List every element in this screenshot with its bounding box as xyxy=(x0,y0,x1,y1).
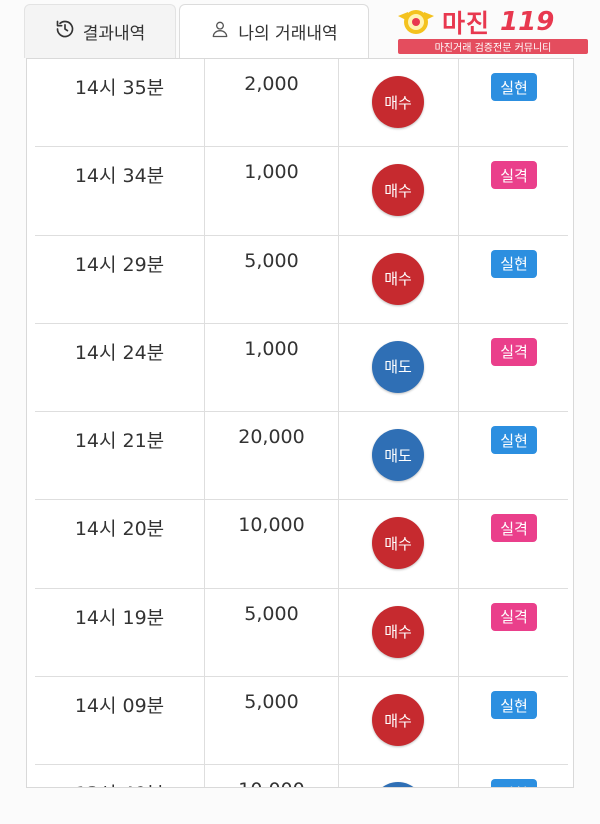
type-cell: 매수 xyxy=(339,677,459,765)
emblem-icon xyxy=(396,6,436,38)
amount-cell: 2,000 xyxy=(205,59,339,147)
tab-results[interactable]: 결과내역 xyxy=(24,4,176,58)
buy-badge: 매수 xyxy=(372,694,424,747)
result-cell: 실현 xyxy=(459,412,568,499)
amount-cell: 5,000 xyxy=(205,677,339,765)
trade-amount: 2,000 xyxy=(244,73,299,95)
amount-cell: 5,000 xyxy=(205,588,339,677)
result-cell: 실현 xyxy=(459,765,568,787)
trade-time: 13시 49분 xyxy=(35,779,204,787)
trade-time: 14시 24분 xyxy=(74,341,165,364)
result-cell: 실격 xyxy=(459,589,568,676)
result-cell: 실현 xyxy=(459,677,568,764)
trades-rows: 14시 35분 2,000 매수 실현 14시 34분 1,000 매수 실격 14시 29분 5… xyxy=(35,59,568,787)
table-row: 14시 29분 5,000 매수 실현 xyxy=(35,235,568,324)
time-cell: 14시 35분 xyxy=(35,59,205,147)
history-icon xyxy=(55,19,75,44)
table-row: 14시 35분 2,000 매수 실현 xyxy=(35,59,568,148)
table-row: 14시 09분 5,000 매수 실현 xyxy=(35,677,568,766)
trade-amount: 10,000 xyxy=(205,779,338,787)
sell-badge: 매도 xyxy=(372,782,424,787)
trade-amount: 5,000 xyxy=(244,249,299,272)
result-badge: 실현 xyxy=(491,426,537,455)
type-cell: 매수 xyxy=(339,147,459,235)
table-row: 14시 24분 1,000 매도 실격 xyxy=(35,323,568,413)
result-badge: 실격 xyxy=(491,602,537,631)
buy-badge: 매수 xyxy=(372,605,424,658)
time-cell: 14시 29분 xyxy=(35,235,205,323)
time-cell: 14시 09분 xyxy=(35,677,205,765)
buy-badge: 매수 xyxy=(372,164,424,217)
tab-results-label: 결과내역 xyxy=(82,24,146,44)
type-cell: 매수 xyxy=(339,59,459,147)
result-badge: 실격 xyxy=(491,161,537,190)
time-cell: 13시 49분 xyxy=(35,765,205,787)
buy-badge: 매수 xyxy=(372,76,424,128)
site-logo[interactable]: 마진 119 마진거래 검증전문 커뮤니티 xyxy=(396,6,590,54)
amount-cell: 1,000 xyxy=(205,323,339,412)
amount-cell: 1,000 xyxy=(205,147,339,235)
table-row: 14시 20분 10,000 매수 실격 xyxy=(35,500,568,589)
amount-cell: 10,000 xyxy=(205,765,339,787)
time-cell: 14시 24분 xyxy=(35,323,205,412)
trade-amount: 5,000 xyxy=(244,691,299,714)
table-row: 14시 19분 5,000 매수 실격 xyxy=(35,588,568,678)
result-cell: 실격 xyxy=(459,500,568,587)
type-cell: 매도 xyxy=(339,412,459,500)
time-cell: 14시 21분 xyxy=(35,412,205,500)
trade-time: 14시 34분 xyxy=(74,165,165,188)
trade-time: 14시 20분 xyxy=(74,518,165,541)
trade-amount: 10,000 xyxy=(238,514,305,537)
trade-time: 14시 29분 xyxy=(74,253,165,276)
trade-amount: 20,000 xyxy=(238,426,305,449)
trade-amount: 5,000 xyxy=(244,602,299,625)
tab-my-trades-label: 나의 거래내역 xyxy=(238,24,338,44)
table-row: 13시 49분10,000 매도 실현 xyxy=(35,765,568,787)
buy-badge: 매수 xyxy=(372,517,424,570)
time-cell: 14시 34분 xyxy=(35,147,205,235)
table-row: 14시 34분 1,000 매수 실격 xyxy=(35,147,568,236)
type-cell: 매수 xyxy=(339,588,459,677)
result-cell: 실격 xyxy=(459,147,568,234)
type-cell: 매수 xyxy=(339,235,459,323)
trade-amount: 1,000 xyxy=(244,161,299,184)
logo-number: 119 xyxy=(500,7,555,37)
result-badge: 실현 xyxy=(491,691,537,720)
amount-cell: 20,000 xyxy=(205,412,339,500)
user-icon xyxy=(210,19,230,44)
trade-amount: 1,000 xyxy=(244,337,299,360)
result-badge: 실현 xyxy=(491,779,537,787)
result-cell: 실현 xyxy=(459,59,568,146)
type-cell: 매도 xyxy=(339,765,459,787)
result-badge: 실현 xyxy=(491,73,537,101)
trades-table[interactable]: 14시 35분 2,000 매수 실현 14시 34분 1,000 매수 실격 14시 29분 5… xyxy=(26,58,574,788)
type-cell: 매도 xyxy=(339,323,459,412)
amount-cell: 5,000 xyxy=(205,235,339,323)
buy-badge: 매수 xyxy=(372,252,424,305)
trade-time: 14시 09분 xyxy=(74,695,165,718)
logo-name: 마진 xyxy=(442,9,491,38)
table-row: 14시 21분 20,000 매도 실현 xyxy=(35,412,568,501)
trade-time: 14시 21분 xyxy=(74,430,165,453)
result-badge: 실격 xyxy=(491,514,537,543)
time-cell: 14시 19분 xyxy=(35,588,205,677)
tab-my-trades[interactable]: 나의 거래내역 xyxy=(179,4,369,58)
result-cell: 실현 xyxy=(459,236,568,323)
result-badge: 실현 xyxy=(491,249,537,278)
result-cell: 실격 xyxy=(459,324,568,411)
amount-cell: 10,000 xyxy=(205,500,339,588)
time-cell: 14시 20분 xyxy=(35,500,205,588)
logo-main: 마진 119 xyxy=(396,6,590,38)
logo-tagline: 마진거래 검증전문 커뮤니티 xyxy=(398,39,588,54)
trade-time: 14시 19분 xyxy=(74,606,165,629)
result-badge: 실격 xyxy=(491,337,537,366)
sell-badge: 매도 xyxy=(372,429,424,482)
trade-time: 14시 35분 xyxy=(74,77,165,99)
type-cell: 매수 xyxy=(339,500,459,588)
sell-badge: 매도 xyxy=(372,340,424,393)
